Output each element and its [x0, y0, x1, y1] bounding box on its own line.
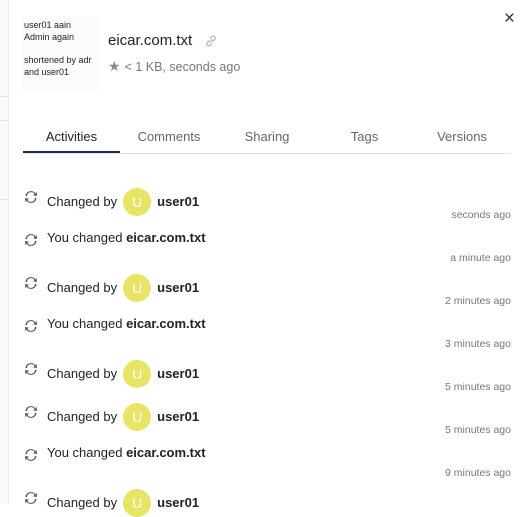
- divider: [0, 120, 8, 121]
- app-content-edge: [0, 0, 9, 504]
- avatar[interactable]: U: [123, 274, 152, 302]
- activity-file[interactable]: eicar.com.txt: [126, 315, 206, 333]
- activity-item: Changed by U user01 5 minutes ago: [23, 355, 511, 398]
- activity-prefix: Changed by: [47, 366, 118, 381]
- activity-item: You changed eicar.com.txt a minute ago: [23, 226, 511, 269]
- sync-icon: [25, 363, 37, 375]
- activity-text: Changed by U user01: [47, 403, 199, 431]
- divider: [0, 199, 8, 200]
- activity-prefix: Changed by: [47, 495, 118, 510]
- activity-user[interactable]: user01: [157, 365, 199, 383]
- activity-user[interactable]: user01: [157, 408, 199, 426]
- share-link-icon[interactable]: [204, 34, 218, 48]
- activity-user[interactable]: user01: [157, 279, 199, 297]
- activity-text: Changed by U user01: [47, 360, 199, 388]
- activity-item: You changed eicar.com.txt 9 minutes ago: [23, 441, 511, 484]
- activity-text: Changed by U user01: [47, 274, 199, 302]
- activity-text: Changed by U user01: [47, 489, 199, 517]
- file-name: eicar.com.txt: [108, 32, 193, 49]
- activity-item: Changed by U user01 2 minutes ago: [23, 269, 511, 312]
- activity-file[interactable]: eicar.com.txt: [126, 444, 206, 462]
- activity-time: 9 minutes ago: [445, 467, 511, 479]
- activity-prefix: Changed by: [47, 409, 118, 424]
- avatar[interactable]: U: [123, 403, 152, 431]
- activity-user[interactable]: user01: [157, 494, 199, 512]
- activity-time: 2 minutes ago: [445, 295, 511, 307]
- tab-tags[interactable]: Tags: [316, 127, 413, 153]
- sync-icon: [25, 406, 37, 418]
- divider: [0, 96, 8, 97]
- avatar[interactable]: U: [123, 188, 152, 216]
- sync-icon: [25, 277, 37, 289]
- activity-item: You changed eicar.com.txt 3 minutes ago: [23, 312, 511, 355]
- preview-text-line: user01 aain: [24, 20, 72, 30]
- activity-prefix: Changed by: [47, 280, 118, 295]
- file-meta: ★ < 1 KB, seconds ago: [108, 58, 240, 75]
- activity-item: Changed by U user01: [23, 484, 511, 517]
- preview-text-line: and user01: [24, 67, 70, 77]
- tab-comments[interactable]: Comments: [120, 127, 218, 153]
- preview-text-block: user01 aain Admin again: [24, 19, 74, 43]
- activity-time: 5 minutes ago: [445, 381, 511, 393]
- avatar[interactable]: U: [123, 360, 152, 388]
- preview-text-line: Admin again: [24, 32, 75, 42]
- activity-text: You changed eicar.com.txt: [47, 444, 206, 462]
- activity-time: 3 minutes ago: [445, 338, 511, 350]
- activity-prefix: You changed: [47, 230, 123, 245]
- close-sidebar-button[interactable]: ×: [504, 9, 515, 28]
- activity-time: 5 minutes ago: [445, 424, 511, 436]
- activity-prefix: Changed by: [47, 194, 118, 209]
- activity-text: Changed by U user01: [47, 188, 199, 216]
- avatar[interactable]: U: [123, 489, 152, 517]
- tab-bar: Activities Comments Sharing Tags Version…: [23, 127, 511, 154]
- tab-activities[interactable]: Activities: [23, 127, 120, 153]
- favorite-star-icon[interactable]: ★: [108, 58, 121, 75]
- activity-file[interactable]: eicar.com.txt: [126, 229, 206, 247]
- file-preview-thumbnail: user01 aain Admin again shortened by adr…: [22, 16, 100, 90]
- preview-text-block: shortened by adr and user01: [24, 54, 92, 78]
- tab-versions[interactable]: Versions: [413, 127, 511, 153]
- preview-text-line: shortened by adr: [24, 55, 92, 65]
- file-size-and-modified: < 1 KB, seconds ago: [124, 59, 241, 74]
- activity-time: a minute ago: [450, 252, 511, 264]
- sync-icon: [25, 191, 37, 203]
- sync-icon: [25, 320, 37, 332]
- activity-item: Changed by U user01 5 minutes ago: [23, 398, 511, 441]
- activity-prefix: You changed: [47, 316, 123, 331]
- tab-sharing[interactable]: Sharing: [218, 127, 316, 153]
- sync-icon: [25, 234, 37, 246]
- activity-user[interactable]: user01: [157, 193, 199, 211]
- activity-text: You changed eicar.com.txt: [47, 229, 206, 247]
- sync-icon: [25, 449, 37, 461]
- activity-time: seconds ago: [451, 209, 511, 221]
- activity-prefix: You changed: [47, 445, 123, 460]
- activity-text: You changed eicar.com.txt: [47, 315, 206, 333]
- activity-item: Changed by U user01 seconds ago: [23, 183, 511, 226]
